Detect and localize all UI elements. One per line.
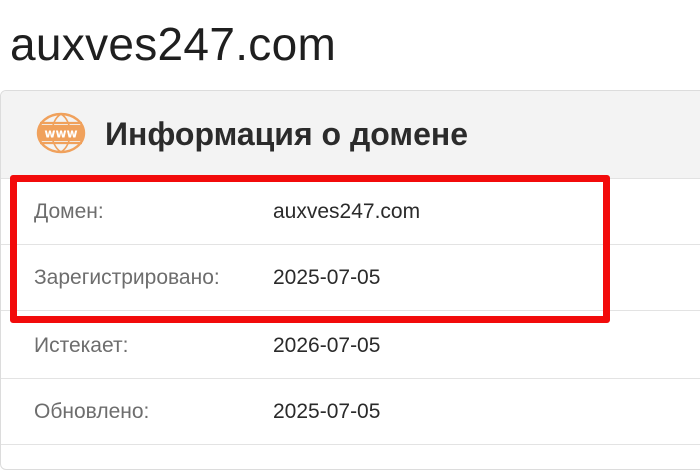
www-globe-icon: www [36, 112, 86, 154]
page-title: auxves247.com [10, 18, 337, 70]
row-value: 2026-07-05 [273, 334, 381, 357]
info-row-updated: Обновлено: 2025-07-05 [1, 379, 700, 445]
card-header: www Информация о домене [1, 91, 700, 179]
domain-info-card: www Информация о домене Домен: auxves247… [0, 90, 700, 470]
row-label: Истекает: [34, 334, 129, 357]
info-row-registered: Зарегистрировано: 2025-07-05 [1, 245, 700, 311]
row-label: Обновлено: [34, 400, 150, 423]
row-value: 2025-07-05 [273, 400, 381, 423]
row-value: auxves247.com [273, 200, 421, 223]
www-icon-text: www [44, 127, 77, 141]
info-row-expires: Истекает: 2026-07-05 [1, 313, 700, 379]
row-label: Домен: [34, 200, 104, 223]
info-row-domain: Домен: auxves247.com [1, 179, 700, 245]
row-value: 2025-07-05 [273, 266, 381, 289]
card-title: Информация о домене [105, 116, 468, 152]
row-label: Зарегистрировано: [34, 266, 220, 289]
